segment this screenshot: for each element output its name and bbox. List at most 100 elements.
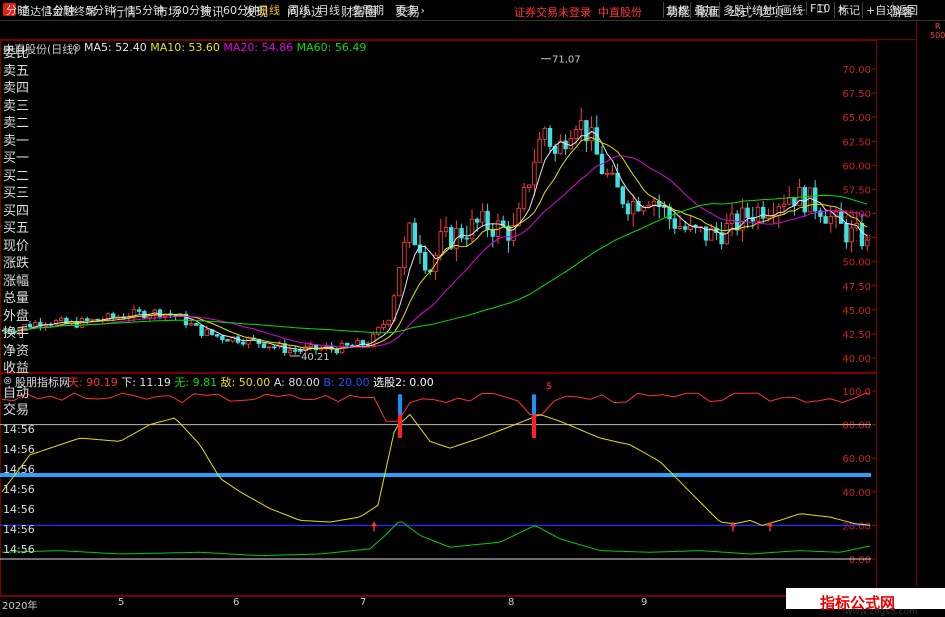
period-tab[interactable]: 15分钟 (128, 2, 164, 18)
candle-body (443, 227, 449, 232)
tool-button[interactable]: 标记 (834, 2, 860, 18)
candle-body (527, 184, 532, 189)
candle-body (474, 218, 480, 223)
candle-body (584, 120, 589, 142)
price-tick-label: 50.00 (842, 258, 871, 269)
candle-body (344, 342, 350, 346)
signal-bar-red (532, 414, 536, 439)
period-tab[interactable]: 5分钟 (86, 2, 115, 18)
tool-button[interactable]: 复权 (663, 2, 689, 18)
candle-body (532, 161, 537, 186)
candle-body (807, 187, 813, 213)
buy-arrow-icon (371, 521, 377, 532)
candle-body (755, 206, 761, 222)
candle-body (188, 323, 194, 326)
candle-body (631, 201, 636, 215)
side-label: 卖二 (3, 116, 30, 131)
indicator-tick-label: 20.00 (842, 521, 871, 532)
period-tab[interactable]: 30分钟 (175, 2, 211, 18)
candle-body (761, 206, 766, 219)
candle-body (849, 227, 854, 243)
signal-bar-blue (398, 394, 402, 415)
side-label: 卖一 (3, 133, 30, 149)
side-label: 买二 (3, 168, 30, 184)
candle-body (480, 210, 485, 223)
signal-bar-red (398, 414, 402, 439)
candle-body (199, 325, 204, 336)
candle-body (542, 127, 547, 140)
candle-body (464, 237, 469, 240)
candle-body (589, 127, 594, 142)
candle-body (677, 226, 683, 229)
indicator-tick-label: 100.0 (842, 387, 871, 398)
ma-legend-item: MA5: 52.40 (84, 41, 151, 54)
period-tab[interactable]: 月线 (318, 2, 340, 18)
candle-body (651, 201, 657, 206)
indicator-tick-label: 60.00 (842, 454, 871, 465)
badge-top: R (934, 22, 941, 31)
candle-body (537, 138, 542, 163)
candle-body (308, 344, 313, 348)
period-tab[interactable]: 1分钟 (46, 2, 75, 18)
side-label: 卖四 (3, 81, 30, 96)
candle-body (459, 228, 464, 239)
side-label: 买四 (3, 203, 30, 219)
tool-button[interactable]: 返回 (892, 2, 918, 18)
candle-body (781, 203, 787, 207)
side-label: 收益 (3, 361, 30, 376)
candle-body (844, 223, 849, 243)
candle-body (620, 186, 625, 205)
side-label: 自动 (3, 386, 30, 401)
side-label: 卖三 (3, 98, 30, 114)
candle-body (625, 203, 631, 215)
period-tab[interactable]: 分时 (6, 2, 28, 18)
side-label: 买五 (3, 221, 30, 236)
price-tick-label: 40.00 (842, 354, 871, 365)
x-axis-label: 8 (508, 597, 515, 608)
tool-button[interactable]: 画线 (777, 2, 803, 18)
badge-bottom: 500 (930, 31, 945, 40)
period-tab[interactable]: 60分钟 (223, 2, 259, 18)
indicator-legend: 天: 90.19 下: 11.19 无: 9.81 敌: 50.00 A: 80… (68, 374, 434, 390)
x-axis-label: 9 (641, 597, 648, 608)
side-label: 涨跌 (3, 256, 30, 271)
indicator-green-line (1, 521, 871, 557)
tool-button[interactable]: 多股 (719, 2, 745, 18)
tool-button[interactable]: 叠加 (690, 2, 716, 18)
tool-button[interactable]: F10 (806, 2, 830, 15)
candle-body (204, 329, 209, 336)
period-tab[interactable]: 多周期 (351, 2, 384, 18)
signal-bar-blue (532, 394, 536, 415)
candle-body (547, 127, 553, 147)
login-notice[interactable]: 证券交易未登录 中直股份 (514, 4, 642, 20)
side-label: 总量 (3, 291, 30, 306)
candle-body (396, 267, 402, 297)
x-axis-label: 2020年 (2, 601, 38, 612)
period-tab[interactable]: 周线 (288, 2, 310, 18)
candle-body (563, 140, 568, 150)
indicator-yellow-line (1, 413, 871, 526)
period-tab[interactable]: 更多 › (395, 2, 425, 18)
candle-body (194, 323, 199, 326)
candle-body (568, 138, 573, 150)
candle-body (683, 226, 688, 230)
candle-body (376, 327, 381, 335)
candle-body (287, 349, 293, 354)
tool-button[interactable]: 统计 (748, 2, 774, 18)
candle-body (266, 346, 272, 349)
candle-body (111, 313, 116, 318)
candle-body (313, 344, 319, 351)
candle-body (521, 187, 527, 209)
ma-toggle-icon[interactable]: ⊗ (72, 41, 81, 54)
candle-body (90, 318, 95, 321)
price-tick-label: 65.00 (842, 113, 871, 124)
period-tab[interactable]: 日线 (258, 2, 280, 18)
kline-chart[interactable]: 70.0067.5065.0062.5060.0057.5055.0052.50… (0, 40, 916, 596)
side-label: 买三 (3, 186, 30, 201)
side-label: 涨幅 (3, 273, 30, 289)
side-label: 买一 (3, 151, 30, 166)
r-badge: R 500 (930, 22, 945, 40)
candle-body (407, 222, 412, 243)
ma-legend: MA5: 52.40 MA10: 53.60 MA20: 54.86 MA60:… (84, 41, 366, 54)
candle-body (797, 186, 802, 206)
